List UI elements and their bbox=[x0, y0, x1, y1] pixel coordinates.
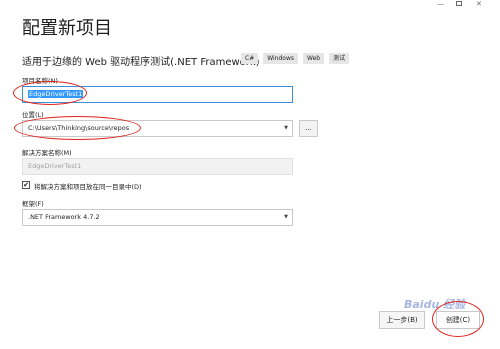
template-name: 适用于边缘的 Web 驱动程序测试(.NET Framework) bbox=[22, 57, 260, 68]
back-button[interactable]: 上一步(B) bbox=[379, 311, 425, 329]
minimize-icon[interactable]: — bbox=[437, 0, 444, 8]
chevron-down-icon[interactable]: ▼ bbox=[284, 210, 288, 225]
solution-name-input[interactable]: EdgeDriverTest1 bbox=[22, 158, 293, 175]
framework-label: 框架(F) bbox=[22, 200, 44, 208]
same-directory-checkbox[interactable]: ✔ bbox=[22, 181, 30, 189]
window-controls: — ✕ bbox=[0, 0, 500, 8]
tag-windows: Windows bbox=[263, 53, 299, 64]
maximize-icon[interactable] bbox=[456, 1, 462, 6]
watermark: Baidu 经验 bbox=[404, 298, 466, 311]
solution-name-value: EdgeDriverTest1 bbox=[28, 162, 82, 170]
browse-button[interactable]: ... bbox=[299, 120, 318, 137]
location-combobox[interactable]: C:\Users\Thinking\source\repos ▼ bbox=[22, 120, 293, 137]
location-value: C:\Users\Thinking\source\repos bbox=[28, 124, 130, 132]
template-tags: C# Windows Web 测试 bbox=[241, 53, 350, 64]
close-icon[interactable]: ✕ bbox=[476, 0, 482, 8]
chevron-down-icon[interactable]: ▼ bbox=[284, 121, 288, 136]
framework-select[interactable]: .NET Framework 4.7.2 ▼ bbox=[22, 209, 293, 226]
project-name-value: EdgeDriverTest1 bbox=[28, 90, 84, 98]
tag-web: Web bbox=[303, 53, 325, 64]
solution-name-label: 解决方案名称(M) bbox=[22, 149, 72, 157]
tag-test: 测试 bbox=[329, 53, 350, 64]
page-title: 配置新项目 bbox=[22, 18, 112, 39]
project-name-label: 项目名称(N) bbox=[22, 77, 58, 85]
create-button[interactable]: 创建(C) bbox=[436, 311, 480, 329]
tag-csharp: C# bbox=[241, 53, 259, 64]
same-directory-label: 将解决方案和项目放在同一目录中(D) bbox=[34, 183, 142, 191]
location-label: 位置(L) bbox=[22, 111, 44, 119]
project-name-input[interactable]: EdgeDriverTest1 bbox=[22, 86, 293, 103]
framework-value: .NET Framework 4.7.2 bbox=[28, 213, 100, 221]
